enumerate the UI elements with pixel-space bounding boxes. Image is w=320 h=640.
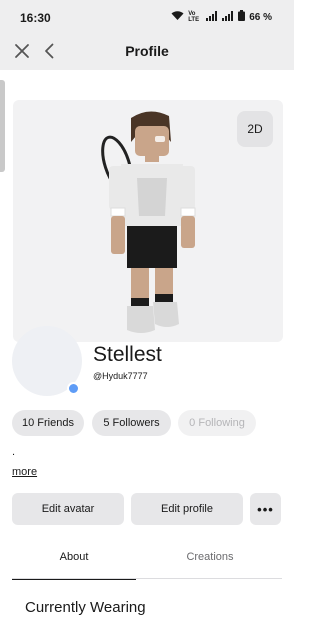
tab-about[interactable]: About [12,546,136,580]
status-time: 16:30 [20,11,51,25]
view-2d-toggle-button[interactable]: 2D [237,111,273,147]
battery-percent: 66 % [249,11,272,23]
battery-icon [238,10,246,24]
display-name: Stellest [93,343,162,366]
page-title: Profile [125,43,169,59]
tab-creations[interactable]: Creations [148,546,272,580]
edit-profile-button[interactable]: Edit profile [131,493,243,525]
username: @Hyduk7777 [93,371,148,381]
friends-count-button[interactable]: 10 Friends [12,410,84,436]
avatar-viewer[interactable]: 2D [13,100,283,342]
online-status-indicator [67,382,80,395]
avatar-figure [101,111,196,333]
edit-avatar-button[interactable]: Edit avatar [12,493,124,525]
followers-count-button[interactable]: 5 Followers [92,410,171,436]
signal-icon [206,10,218,24]
status-icons: Vo LTE 66 % [171,10,272,24]
bio-more-link[interactable]: more [12,466,37,478]
wifi-icon [171,10,184,24]
tab-divider [12,578,282,579]
signal-icon-2 [222,10,234,24]
navigation-bar: Profile [0,34,294,70]
more-options-button[interactable]: ••• [250,493,281,525]
status-bar: 16:30 Vo LTE 66 % [0,0,294,34]
following-count-button[interactable]: 0 Following [178,410,256,436]
scrollbar[interactable] [0,80,5,172]
currently-wearing-heading: Currently Wearing [25,599,146,616]
volte-label: Vo LTE [188,11,200,23]
bio-text: . [12,446,16,458]
